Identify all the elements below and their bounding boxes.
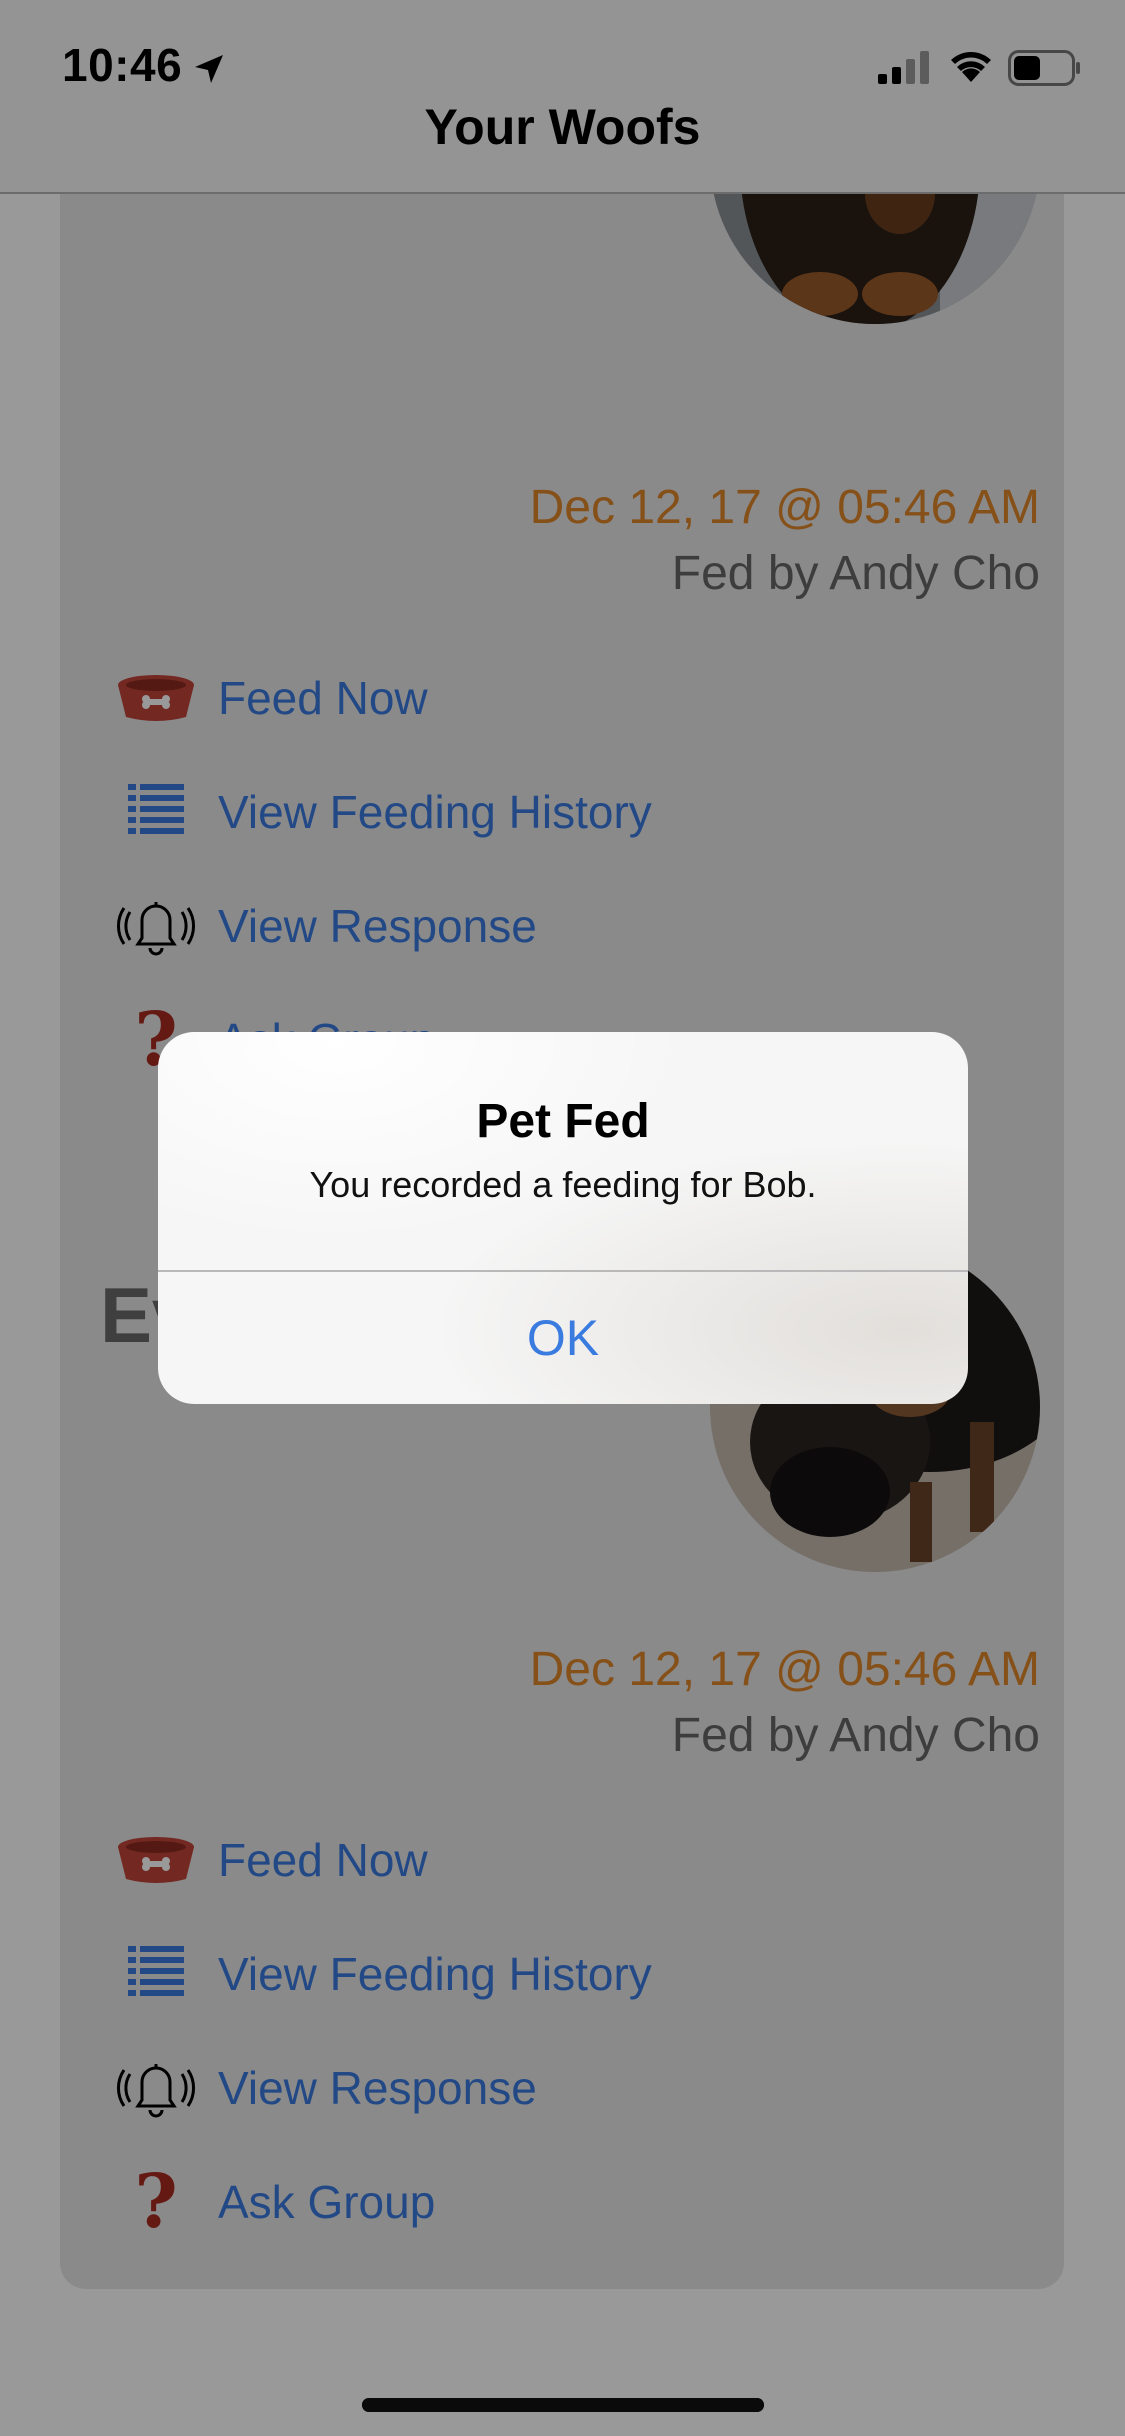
alert-title: Pet Fed	[476, 1095, 650, 1148]
alert-message: You recorded a feeding for Bob.	[309, 1164, 817, 1205]
ok-button[interactable]: OK	[158, 1272, 968, 1404]
home-indicator-overlay	[362, 2398, 764, 2412]
alert-dialog: Pet Fed You recorded a feeding for Bob. …	[158, 1032, 968, 1404]
